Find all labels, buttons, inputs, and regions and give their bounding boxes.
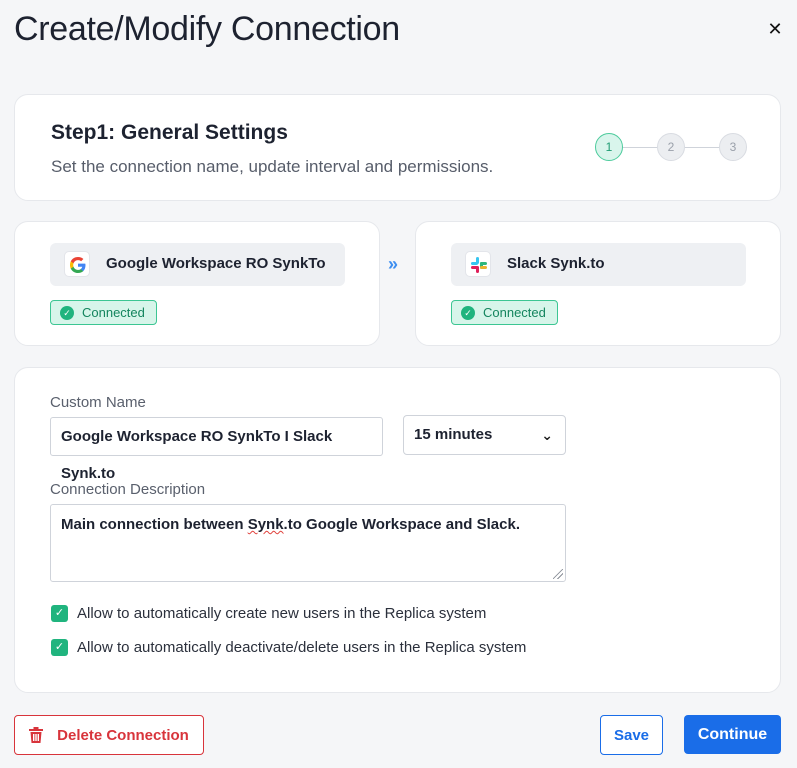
target-system-card: Slack Synk.to ✓ Connected bbox=[415, 221, 781, 346]
close-icon[interactable]: ✕ bbox=[764, 18, 786, 40]
chevron-down-icon: ⌄ bbox=[541, 427, 553, 443]
create-users-checkbox[interactable]: ✓ bbox=[51, 605, 68, 622]
step-title: Step1: General Settings bbox=[51, 121, 288, 144]
source-system-name: Google Workspace RO SynkTo bbox=[106, 255, 326, 272]
description-textarea[interactable]: Main connection between Synk.to Google W… bbox=[50, 504, 566, 582]
check-circle-icon: ✓ bbox=[461, 305, 475, 320]
slack-icon bbox=[465, 251, 491, 277]
check-circle-icon: ✓ bbox=[60, 305, 74, 320]
custom-name-label: Custom Name bbox=[50, 394, 146, 411]
step-header-card: Step1: General Settings Set the connecti… bbox=[14, 94, 781, 201]
description-misspelled-word: Synk bbox=[247, 516, 284, 533]
stepper: 1 2 3 bbox=[595, 133, 747, 163]
resize-handle[interactable] bbox=[553, 569, 563, 579]
google-icon bbox=[64, 251, 90, 277]
source-system-pill: Google Workspace RO SynkTo bbox=[50, 243, 345, 286]
create-users-label: Allow to automatically create new users … bbox=[77, 605, 487, 622]
target-status-badge: ✓ Connected bbox=[451, 300, 558, 325]
double-chevron-right-icon: » bbox=[388, 254, 399, 274]
deactivate-users-checkbox[interactable]: ✓ bbox=[51, 639, 68, 656]
delete-connection-button[interactable]: Delete Connection bbox=[14, 715, 204, 755]
trash-icon bbox=[29, 727, 44, 743]
step-indicator-3[interactable]: 3 bbox=[719, 133, 747, 161]
connection-form-card: Custom Name Google Workspace RO SynkTo I… bbox=[14, 367, 781, 693]
target-status-label: Connected bbox=[483, 305, 546, 320]
step-indicator-1[interactable]: 1 bbox=[595, 133, 623, 161]
description-text-end: .to Google Workspace and Slack. bbox=[283, 516, 521, 533]
save-button[interactable]: Save bbox=[600, 715, 663, 755]
continue-button[interactable]: Continue bbox=[684, 715, 781, 754]
description-label: Connection Description bbox=[50, 481, 206, 498]
update-interval-value: 15 minutes bbox=[414, 426, 493, 443]
create-users-option[interactable]: ✓ Allow to automatically create new user… bbox=[51, 605, 486, 622]
deactivate-users-option[interactable]: ✓ Allow to automatically deactivate/dele… bbox=[51, 639, 526, 656]
delete-connection-label: Delete Connection bbox=[57, 726, 189, 744]
target-system-pill: Slack Synk.to bbox=[451, 243, 746, 286]
update-interval-select[interactable]: 15 minutes ⌄ bbox=[403, 415, 566, 455]
source-status-label: Connected bbox=[82, 305, 145, 320]
custom-name-input[interactable]: Google Workspace RO SynkTo I Slack Synk.… bbox=[50, 417, 383, 482]
step-indicator-2[interactable]: 2 bbox=[657, 133, 685, 161]
step-subtitle: Set the connection name, update interval… bbox=[51, 157, 494, 176]
deactivate-users-label: Allow to automatically deactivate/delete… bbox=[77, 639, 527, 656]
description-text-start: Main connection between bbox=[61, 516, 248, 533]
dialog-title: Create/Modify Connection bbox=[14, 10, 400, 48]
source-status-badge: ✓ Connected bbox=[50, 300, 157, 325]
target-system-name: Slack Synk.to bbox=[507, 255, 605, 272]
source-system-card: Google Workspace RO SynkTo ✓ Connected bbox=[14, 221, 380, 346]
